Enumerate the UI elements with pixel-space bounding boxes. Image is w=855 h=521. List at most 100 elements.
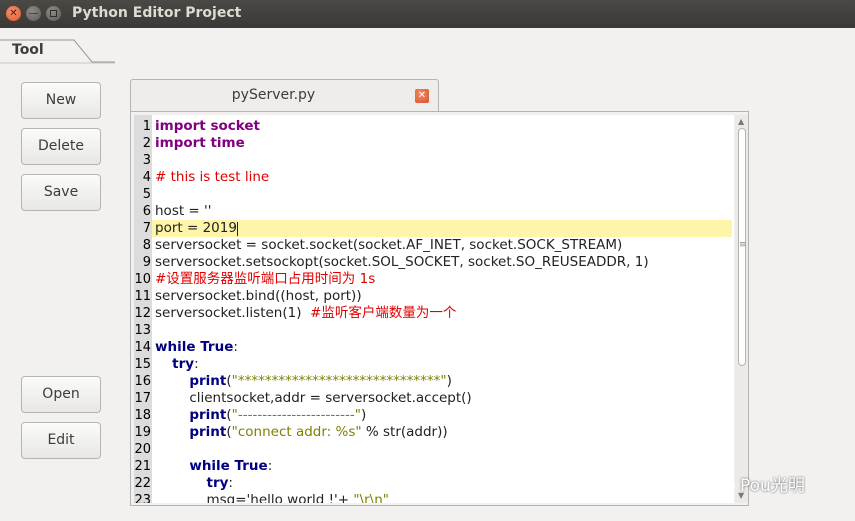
code-line: print("******************************") [155,373,452,390]
code-line: try: [155,356,199,373]
line-number: 23 [134,493,151,503]
edit-button[interactable]: Edit [21,422,101,459]
code-token: serversocket.bind((host, port)) [155,288,362,304]
code-token: # this is test line [155,169,270,185]
line-number: 6 [142,204,151,219]
code-token: print [189,373,227,389]
code-line: while True: [155,458,272,475]
watermark: Pou光明 [708,470,805,496]
line-number: 3 [142,153,151,168]
line-number: 17 [134,391,151,406]
line-number: 4 [142,170,151,185]
code-line: serversocket.listen(1) #监听客户端数量为一个 [155,305,456,322]
code-token: : [267,458,273,474]
code-line: clientsocket,addr = serversocket.accept(… [155,390,472,407]
code-token: import time [155,135,245,151]
line-number: 10 [134,272,151,287]
vertical-scrollbar[interactable]: ▲ ≡ ▼ [735,115,748,503]
line-number: 20 [134,442,151,457]
code-token: clientsocket,addr = serversocket.accept(… [155,390,472,406]
code-token: serversocket = socket.socket(socket.AF_I… [155,237,623,253]
code-token: "******************************" [231,373,447,389]
code-token: ) [446,373,452,389]
code-token: print [189,424,227,440]
code-line: print("connect addr: %s" % str(addr)) [155,424,448,441]
code-token: #设置服务器监听端口占用时间为 1s [155,271,376,287]
window-minimize-button[interactable]: — [26,6,41,21]
code-token: import socket [155,118,260,134]
line-number: 19 [134,425,151,440]
line-number: 21 [134,459,151,474]
code-line: try: [155,475,233,492]
watermark-text: Pou光明 [740,475,805,496]
code-line: while True: [155,339,238,356]
line-number: 14 [134,340,151,355]
window-maximize-button[interactable] [46,6,61,21]
scroll-up-arrow-icon[interactable]: ▲ [738,117,744,126]
wechat-icon [709,473,735,493]
save-button[interactable]: Save [21,174,101,211]
code-token: serversocket.listen(1) [155,305,311,321]
line-number: 8 [142,238,151,253]
code-token: host = '' [155,203,212,219]
code-token: msg='hello world !'+ [155,492,354,503]
scrollbar-thumb[interactable]: ≡ [738,128,747,366]
line-number: 5 [142,187,151,202]
tab-tool[interactable]: Tool [0,28,115,64]
delete-button[interactable]: Delete [21,128,101,165]
code-line: serversocket = socket.socket(socket.AF_I… [155,237,622,254]
code-token: while True [189,458,268,474]
code-line: import time [155,135,245,152]
code-token: : [228,475,233,491]
window-close-button[interactable]: ✕ [6,6,21,21]
code-token: print [189,407,227,423]
window-title: Python Editor Project [72,5,242,21]
editor-panel: 1 2 3 4 5 6 7 8 9 10 11 12 13 14 15 16 17 18 19 20 21 22 23 imp… [130,111,749,506]
code-token: : [233,339,238,355]
code-token: "\r\n" [353,492,389,503]
code-token: % str(addr)) [361,424,448,440]
code-line: serversocket.bind((host, port)) [155,288,362,305]
code-token: try [206,475,229,491]
line-number: 15 [134,357,151,372]
line-number: 11 [134,289,151,304]
code-line: import socket [155,118,260,135]
code-line: # this is test line [155,169,269,186]
current-line-highlight [152,220,732,237]
code-token: "------------------------" [231,407,361,423]
open-button[interactable]: Open [21,376,101,413]
line-number: 22 [134,476,151,491]
line-number: 7 [142,221,151,236]
code-line: #设置服务器监听端口占用时间为 1s [155,271,375,288]
code-token: #监听客户端数量为一个 [310,305,457,321]
tab-tool-label: Tool [12,42,44,58]
tab-pyserver[interactable]: pyServer.py ✕ [130,79,439,112]
line-number: 2 [142,136,151,151]
code-line: print("------------------------") [155,407,366,424]
code-editor[interactable]: 1 2 3 4 5 6 7 8 9 10 11 12 13 14 15 16 17 18 19 20 21 22 23 imp… [134,115,734,503]
line-number: 1 [142,119,151,134]
code-token: "connect addr: %s" [231,424,362,440]
close-icon[interactable]: ✕ [415,89,429,103]
code-token: try [172,356,195,372]
text-caret [237,222,238,236]
code-token: while True [155,339,234,355]
line-number: 12 [134,306,151,321]
code-line: msg='hello world !'+ "\r\n" [155,492,389,503]
code-token: port = 2019 [155,220,237,236]
code-token: : [194,356,199,372]
code-token: serversocket.setsockopt(socket.SOL_SOCKE… [155,254,649,270]
code-line: serversocket.setsockopt(socket.SOL_SOCKE… [155,254,649,271]
line-number: 16 [134,374,151,389]
line-number: 9 [142,255,151,270]
code-token: ) [360,407,367,423]
grip-icon: ≡ [739,240,747,250]
new-button[interactable]: New [21,82,101,119]
code-line: port = 2019 [155,220,237,237]
line-number: 18 [134,408,151,423]
tab-pyserver-label: pyServer.py [231,87,316,103]
